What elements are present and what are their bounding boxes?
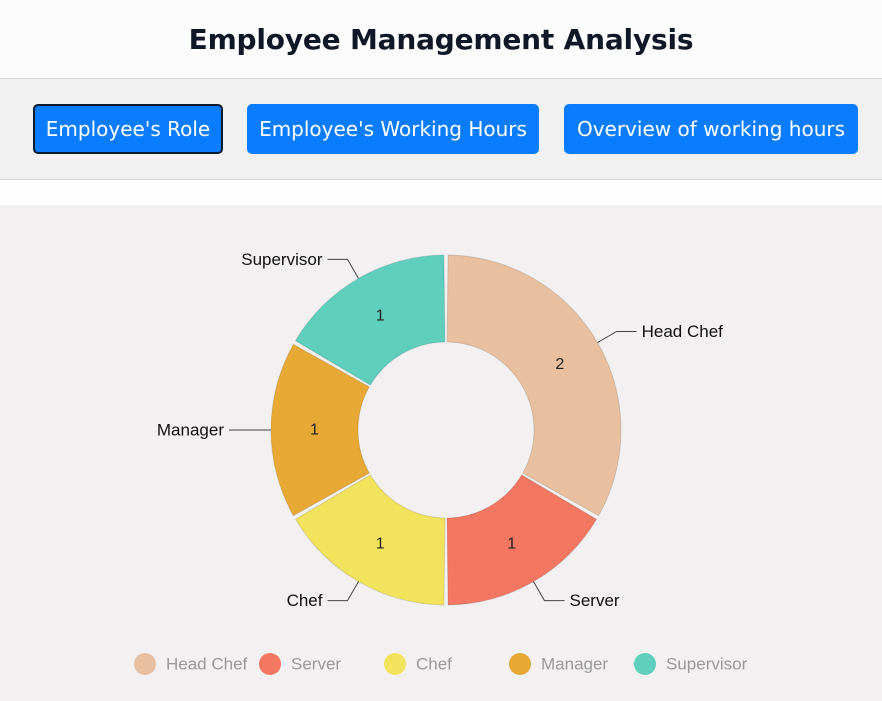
doughnut-chart: 2 Head Chef 1 Server 1 Chef 1 Manager 1 Superviso… xyxy=(134,250,748,675)
legend-label: Head Chef xyxy=(166,655,248,674)
legend-item-supervisor[interactable]: Supervisor xyxy=(634,653,748,675)
spacer-strip xyxy=(0,180,882,205)
slice-value-label: 1 xyxy=(507,535,516,552)
leader-line xyxy=(327,258,359,279)
legend-label: Server xyxy=(291,655,341,674)
slice-value-label: 1 xyxy=(376,308,385,325)
slice-value-label: 2 xyxy=(555,356,564,373)
tab-overview-working-hours[interactable]: Overview of working hours xyxy=(564,104,858,154)
legend-label: Chef xyxy=(416,655,452,674)
legend-swatch xyxy=(509,653,531,675)
slice-value-label: 1 xyxy=(376,535,385,552)
slice-category-label: Chef xyxy=(287,591,323,610)
tab-employee-role[interactable]: Employee's Role xyxy=(33,104,223,154)
legend-item-manager[interactable]: Manager xyxy=(509,653,608,675)
slice-value-label: 1 xyxy=(310,422,319,439)
slice-category-label: Server xyxy=(570,591,620,610)
leader-line xyxy=(597,331,637,343)
legend-swatch xyxy=(259,653,281,675)
legend-label: Manager xyxy=(541,655,608,674)
legend-swatch xyxy=(134,653,156,675)
page-title: Employee Management Analysis xyxy=(188,22,694,56)
leader-line xyxy=(327,581,359,602)
tab-employee-working-hours[interactable]: Employee's Working Hours xyxy=(247,104,539,154)
tab-bar: Employee's Role Employee's Working Hours… xyxy=(0,79,882,180)
slice-category-label: Supervisor xyxy=(241,250,323,269)
slice-category-label: Head Chef xyxy=(642,322,724,341)
slice-head-chef[interactable] xyxy=(446,254,622,517)
header: Employee Management Analysis xyxy=(0,0,882,79)
slice-category-label: Manager xyxy=(157,421,224,440)
leader-line xyxy=(533,581,565,602)
chart-panel: 2 Head Chef 1 Server 1 Chef 1 Manager 1 Superviso… xyxy=(0,205,882,701)
legend-item-server[interactable]: Server xyxy=(259,653,341,675)
legend-label: Supervisor xyxy=(666,655,748,674)
legend-item-chef[interactable]: Chef xyxy=(384,653,452,675)
legend-item-head-chef[interactable]: Head Chef xyxy=(134,653,248,675)
legend-swatch xyxy=(384,653,406,675)
legend-swatch xyxy=(634,653,656,675)
